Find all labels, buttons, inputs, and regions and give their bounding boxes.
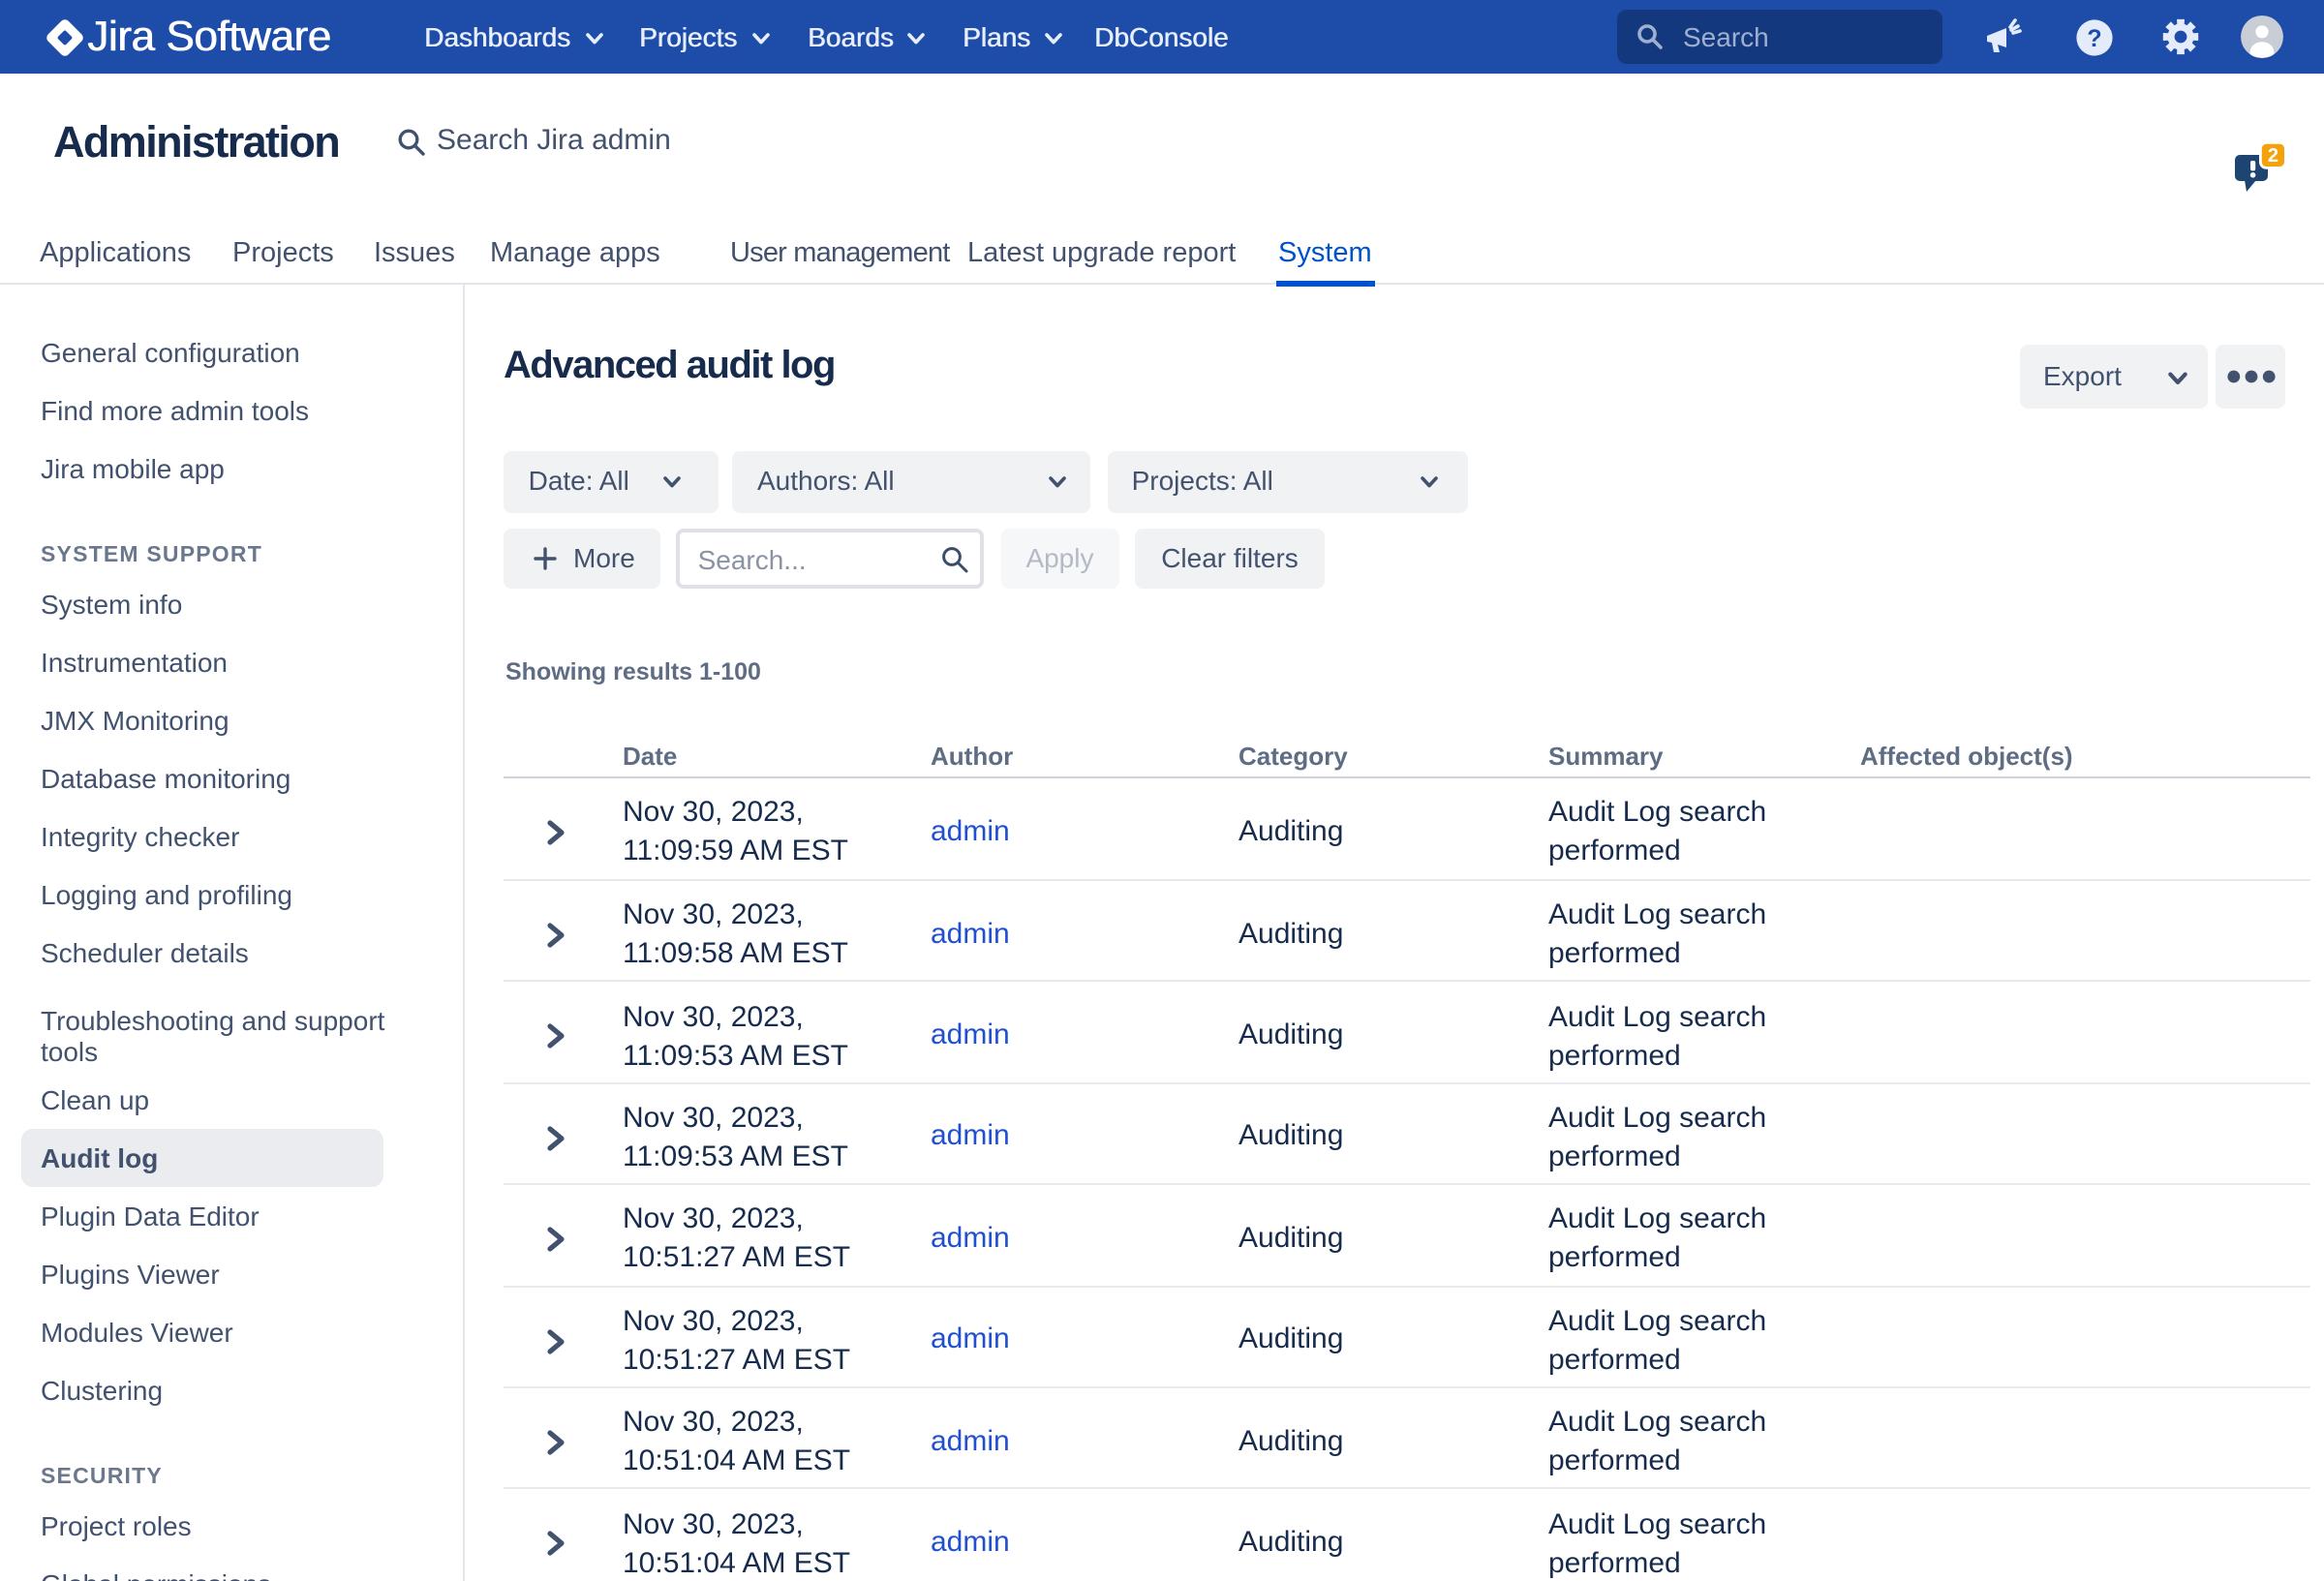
svg-text:2: 2 [2268, 144, 2278, 166]
svg-text:?: ? [2086, 24, 2100, 51]
